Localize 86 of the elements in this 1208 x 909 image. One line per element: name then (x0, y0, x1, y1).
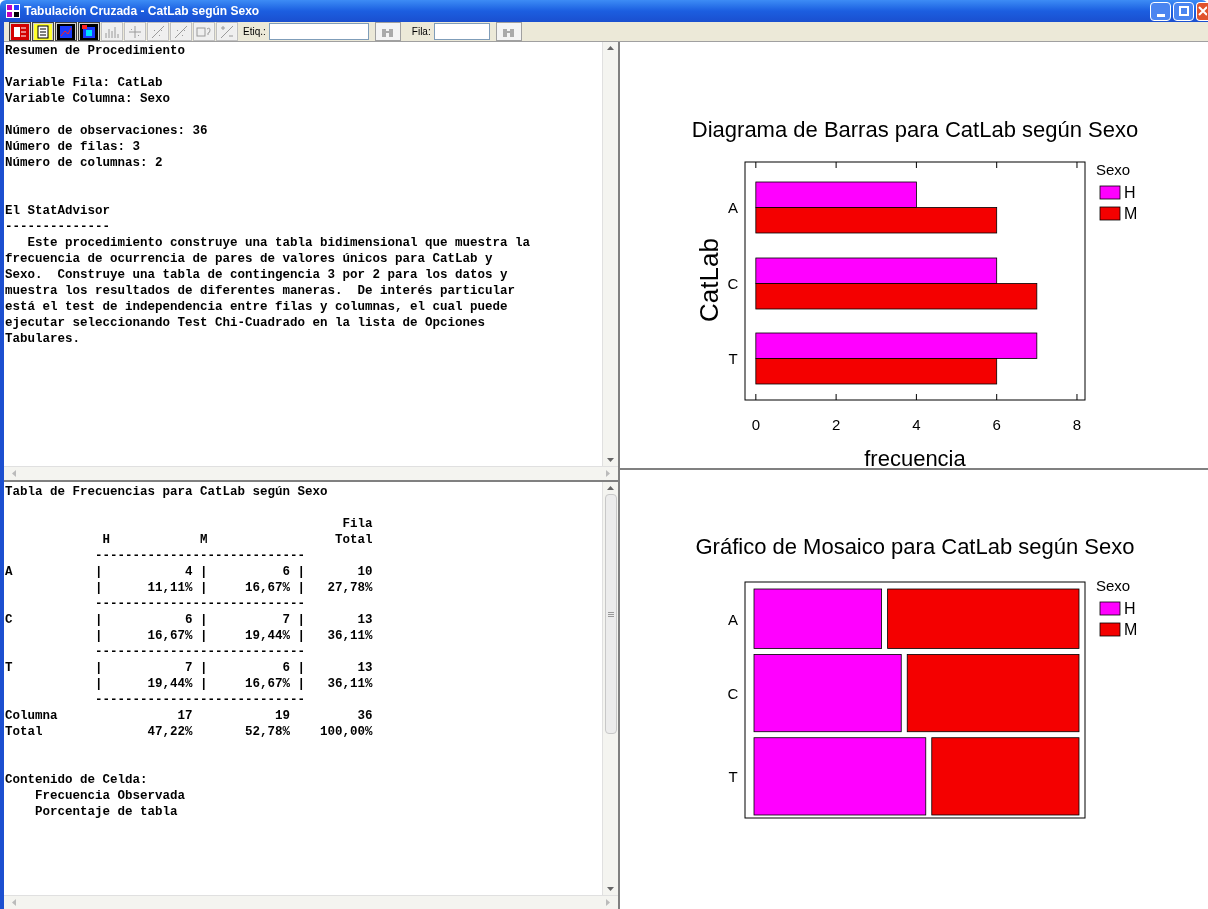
output-line: A | 4 | 6 | 10 (5, 564, 373, 580)
legend-label: H (1124, 184, 1136, 201)
output-line: Variable Fila: CatLab (5, 75, 163, 91)
category-label: C (727, 275, 739, 292)
output-line: Columna 17 19 36 (5, 708, 373, 724)
find-button[interactable] (374, 22, 401, 41)
right-arrow-icon (606, 470, 610, 477)
category-label: A (728, 610, 738, 628)
tick-label: 6 (992, 416, 1001, 433)
label-field[interactable] (268, 23, 369, 40)
vertical-scrollbar[interactable] (602, 482, 618, 895)
output-line: Variable Columna: Sexo (5, 91, 171, 107)
legend-title: Sexo (1095, 577, 1131, 594)
chart-list-icon (11, 23, 29, 40)
save-window-icon (80, 23, 98, 40)
output-line: | 19,44% | 16,67% | 36,11% (94, 676, 373, 692)
toolbar-button[interactable] (78, 22, 100, 41)
output-line: ---------------------------- (94, 644, 306, 660)
category-label: A (728, 199, 738, 216)
window-title: Tabulación Cruzada - CatLab según Sexo (24, 3, 260, 20)
output-line: H M Total (101, 532, 373, 548)
category-label: C (727, 685, 739, 703)
output-line: Resumen de Procedimiento (5, 43, 186, 59)
app-icon (6, 4, 20, 18)
output-line: ---------------------------- (94, 596, 306, 612)
down-arrow-icon (607, 458, 614, 462)
up-arrow-icon (607, 486, 614, 490)
legend-label: M (1124, 205, 1138, 222)
horizontal-scrollbar[interactable] (4, 895, 618, 909)
advisor-paragraph: Este procedimiento construye una tabla bidimensional que muestra la frecuencia de ocurrencia de pares de valores únicos para CatLab y Sexo. Construye una tabla de contingencia 3 por 2 para los datos y muestra los resultados de diferentes maneras. De interés particular está el test de independencia entre filas y columnas, el cual puede ejecutar seleccionando Test Chi-Cuadrado en la lista de Opciones Tabulares. (5, 235, 531, 347)
output-line: Contenido de Celda: (5, 772, 148, 788)
legend-title: Sexo (1095, 161, 1131, 178)
output-line: Número de filas: 3 (5, 139, 141, 155)
output-line: Número de observaciones: 36 (5, 123, 208, 139)
right-arrow-icon (606, 899, 610, 906)
tick-label: 4 (912, 416, 921, 433)
down-arrow-icon (607, 887, 614, 891)
document-icon (34, 23, 52, 40)
output-line: C | 6 | 7 | 13 (5, 612, 373, 628)
category-label: T (728, 350, 738, 367)
output-line: | 11,11% | 16,67% | 27,78% (94, 580, 373, 596)
grip-icon (607, 611, 614, 617)
toolbar-button[interactable] (55, 22, 77, 41)
binoculars-icon (382, 26, 394, 37)
output-line: ---------------------------- (94, 548, 306, 564)
chart-window-icon (57, 23, 75, 40)
close-icon (1198, 6, 1207, 16)
x-axis-title: frecuencia (864, 446, 966, 468)
binoculars-icon (503, 26, 515, 37)
toolbar-button[interactable] (9, 22, 31, 41)
tick-label: 0 (751, 416, 760, 433)
output-line: El StatAdvisor (5, 203, 111, 219)
output-line: Fila (341, 516, 373, 532)
chart-title: Diagrama de Barras para CatLab según Sexo (691, 117, 1139, 142)
maximize-icon (1178, 6, 1189, 16)
left-arrow-icon (12, 899, 16, 906)
minimize-button[interactable] (1150, 1, 1171, 21)
output-line: T | 7 | 6 | 13 (5, 660, 373, 676)
output-line: -------------- (5, 219, 111, 235)
output-line: Frecuencia Observada (34, 788, 186, 804)
output-line: Porcentaje de tabla (34, 804, 178, 820)
legend-label: M (1124, 621, 1138, 638)
left-arrow-icon (12, 470, 16, 477)
output-line: Total 47,22% 52,78% 100,00% (5, 724, 373, 740)
find-button[interactable] (495, 22, 522, 41)
horizontal-scrollbar[interactable] (4, 466, 618, 480)
minimize-icon (1156, 13, 1165, 17)
vertical-scrollbar[interactable] (602, 42, 618, 466)
category-label: T (728, 768, 738, 786)
scroll-thumb[interactable] (604, 494, 617, 734)
close-button[interactable] (1196, 1, 1208, 21)
legend-label: H (1124, 600, 1136, 617)
toolbar-button[interactable] (32, 22, 54, 41)
tick-label: 2 (831, 416, 841, 433)
field-label: Fila: (411, 25, 431, 39)
tick-label: 8 (1072, 416, 1082, 433)
field-label: Etiq.: (243, 25, 266, 39)
output-line: Tabla de Frecuencias para CatLab según Sexo (5, 484, 328, 500)
output-line: Número de columnas: 2 (5, 155, 163, 171)
output-line: ---------------------------- (94, 692, 306, 708)
chart-title: Gráfico de Mosaico para CatLab según Sexo (695, 534, 1135, 559)
maximize-button[interactable] (1173, 1, 1194, 21)
output-line: | 16,67% | 19,44% | 36,11% (94, 628, 373, 644)
y-axis-title: CatLab (694, 238, 724, 322)
row-field[interactable] (433, 23, 490, 40)
up-arrow-icon (607, 46, 614, 50)
